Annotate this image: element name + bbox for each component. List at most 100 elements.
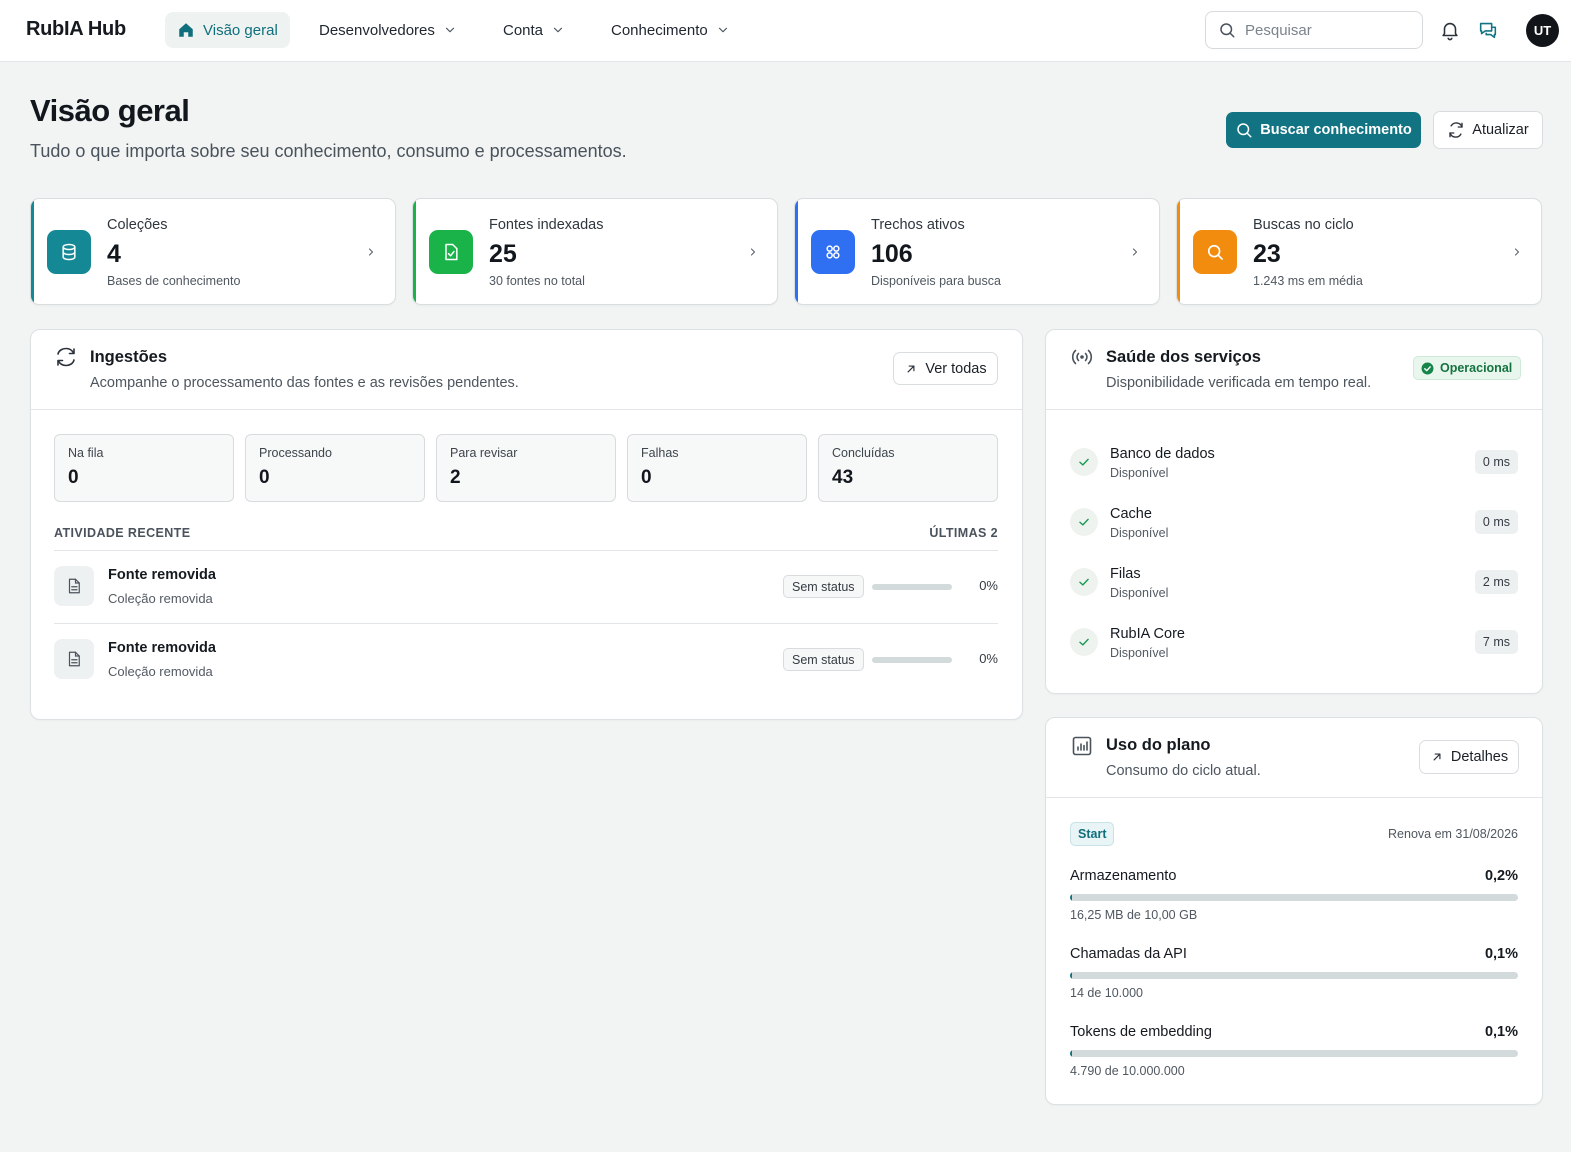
usage-name: Armazenamento xyxy=(1070,868,1177,884)
search-knowledge-button[interactable]: Buscar conhecimento xyxy=(1226,112,1421,148)
document-icon xyxy=(54,566,94,606)
brand-logo[interactable]: RubIA Hub xyxy=(26,18,126,41)
refresh-icon xyxy=(1447,121,1465,139)
chevron-right-icon xyxy=(365,246,377,258)
chevron-down-icon xyxy=(716,23,730,37)
nav-visao-geral[interactable]: Visão geral xyxy=(165,12,290,48)
search-box[interactable] xyxy=(1205,11,1423,49)
plan-badge: Start xyxy=(1070,822,1115,846)
search-icon xyxy=(1193,230,1237,274)
activity-title: Fonte removida xyxy=(108,640,216,656)
home-icon xyxy=(177,21,195,39)
metric-processando: Processando 0 xyxy=(245,434,425,502)
service-name: RubIA Core xyxy=(1110,626,1185,642)
service-name: Cache xyxy=(1110,506,1152,522)
sync-icon xyxy=(54,345,78,369)
metric-value: 0 xyxy=(68,467,79,488)
metric-value: 43 xyxy=(832,467,854,488)
nav-label: Conta xyxy=(503,21,544,39)
chevron-right-icon xyxy=(1129,246,1141,258)
metric-value: 2 xyxy=(450,467,461,488)
check-icon xyxy=(1070,628,1098,656)
arrow-up-right-icon xyxy=(904,362,918,376)
refresh-button[interactable]: Atualizar xyxy=(1433,111,1543,149)
status-badge: Sem status xyxy=(783,648,864,671)
health-title: Saúde dos serviços xyxy=(1106,348,1261,366)
service-status: Disponível xyxy=(1110,646,1169,660)
bell-icon[interactable] xyxy=(1439,19,1461,41)
service-status: Disponível xyxy=(1110,466,1169,480)
status-label: Operacional xyxy=(1440,361,1513,375)
database-icon xyxy=(47,230,91,274)
chevron-down-icon xyxy=(551,23,565,37)
service-name: Banco de dados xyxy=(1110,446,1215,462)
stat-card-colecoes[interactable]: Coleções 4 Bases de conhecimento xyxy=(30,198,396,305)
details-button[interactable]: Detalhes xyxy=(1419,740,1519,774)
check-icon xyxy=(1070,568,1098,596)
status-badge: Sem status xyxy=(783,575,864,598)
service-row: Cache Disponível 0 ms xyxy=(1070,502,1518,546)
nav-conhecimento[interactable]: Conhecimento xyxy=(599,12,742,48)
latency-badge: 7 ms xyxy=(1474,630,1518,654)
page-subtitle: Tudo o que importa sobre seu conheciment… xyxy=(30,141,627,161)
stat-label: Trechos ativos xyxy=(871,217,965,233)
grid-icon xyxy=(811,230,855,274)
stat-value: 25 xyxy=(489,240,517,268)
metric-para-revisar: Para revisar 2 xyxy=(436,434,616,502)
chevron-down-icon xyxy=(443,23,457,37)
panel-divider xyxy=(1046,409,1542,410)
usage-detail: 4.790 de 10.000.000 xyxy=(1070,1064,1185,1078)
stat-card-trechos[interactable]: Trechos ativos 106 Disponíveis para busc… xyxy=(794,198,1160,305)
recent-activity-label: ATIVIDADE RECENTE xyxy=(54,526,191,540)
usage-detail: 16,25 MB de 10,00 GB xyxy=(1070,908,1198,922)
button-label: Ver todas xyxy=(925,360,987,377)
usage-bar xyxy=(1070,972,1518,979)
nav-conta[interactable]: Conta xyxy=(491,12,577,48)
stat-card-buscas[interactable]: Buscas no ciclo 23 1.243 ms em média xyxy=(1176,198,1542,305)
activity-title: Fonte removida xyxy=(108,567,216,583)
stat-card-fontes[interactable]: Fontes indexadas 25 30 fontes no total xyxy=(412,198,778,305)
check-icon xyxy=(1070,448,1098,476)
check-circle-icon xyxy=(1421,362,1434,375)
activity-row[interactable]: Fonte removida Coleção removida Sem stat… xyxy=(54,624,998,696)
chevron-right-icon xyxy=(1511,246,1523,258)
health-subtitle: Disponibilidade verificada em tempo real… xyxy=(1106,375,1372,391)
usage-bar xyxy=(1070,1050,1518,1057)
progress-label: 0% xyxy=(979,578,998,593)
metric-value: 0 xyxy=(641,467,652,488)
stat-label: Fontes indexadas xyxy=(489,217,604,233)
progress-bar xyxy=(872,657,952,663)
activity-subtitle: Coleção removida xyxy=(108,664,213,679)
stat-sub: 30 fontes no total xyxy=(489,274,585,288)
view-all-button[interactable]: Ver todas xyxy=(893,352,998,385)
nav-label: Desenvolvedores xyxy=(319,21,435,39)
service-name: Filas xyxy=(1110,566,1141,582)
service-row: Filas Disponível 2 ms xyxy=(1070,562,1518,606)
status-badge: Operacional xyxy=(1413,356,1522,380)
metric-na-fila: Na fila 0 xyxy=(54,434,234,502)
service-row: RubIA Core Disponível 7 ms xyxy=(1070,622,1518,666)
service-status: Disponível xyxy=(1110,526,1169,540)
page-title: Visão geral xyxy=(30,93,190,128)
nav-desenvolvedores[interactable]: Desenvolvedores xyxy=(307,12,469,48)
usage-percent: 0,1% xyxy=(1484,946,1518,962)
chat-icon[interactable] xyxy=(1477,19,1499,41)
ingestions-subtitle: Acompanhe o processamento das fontes e a… xyxy=(90,375,519,391)
search-icon xyxy=(1218,21,1236,39)
usage-fill xyxy=(1070,894,1072,901)
ingestions-title: Ingestões xyxy=(90,348,168,366)
stat-sub: Disponíveis para busca xyxy=(871,274,1001,288)
latency-badge: 2 ms xyxy=(1474,570,1518,594)
nav-label: Visão geral xyxy=(203,21,278,39)
activity-row[interactable]: Fonte removida Coleção removida Sem stat… xyxy=(54,551,998,623)
stat-value: 106 xyxy=(871,240,913,268)
top-bar: RubIA Hub Visão geral Desenvolvedores Co… xyxy=(0,0,1571,62)
button-label: Buscar conhecimento xyxy=(1260,122,1412,138)
file-check-icon xyxy=(429,230,473,274)
stat-label: Buscas no ciclo xyxy=(1253,217,1354,233)
avatar[interactable]: UT xyxy=(1526,14,1559,47)
search-input[interactable] xyxy=(1245,21,1405,39)
renewal-date: Renova em 31/08/2026 xyxy=(1388,827,1518,841)
check-icon xyxy=(1070,508,1098,536)
stat-label: Coleções xyxy=(107,217,168,233)
